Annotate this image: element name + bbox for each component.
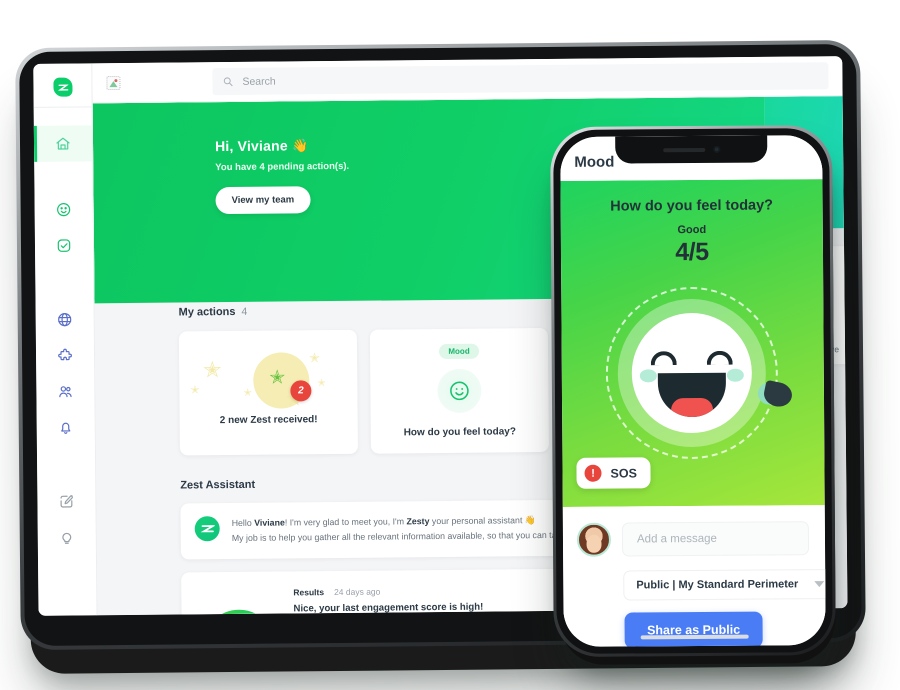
sos-button[interactable]: ! SOS: [576, 457, 652, 489]
blush-left: [639, 369, 657, 383]
sos-label: SOS: [610, 465, 637, 481]
sidebar-item-network[interactable]: [36, 301, 94, 338]
assistant-greeting-line2: My job is to help you gather all the rel…: [231, 529, 566, 543]
wave-emoji-icon: 👋: [291, 138, 309, 154]
search-input[interactable]: Search: [212, 62, 829, 96]
mood-dial[interactable]: [597, 282, 795, 463]
zest-logo-icon: [52, 77, 73, 97]
mood-question: How do you feel today?: [610, 197, 774, 215]
assistant-greeting-mid: ! I'm very glad to meet you, I'm: [284, 516, 407, 528]
message-placeholder: Add a message: [636, 532, 717, 546]
screenshot-stage: Search Hi, Viviane 👋 You have 4 pending …: [0, 0, 900, 690]
top-bar: Search: [92, 56, 843, 104]
zest-decoration: ✭ ✭ ✭ ✭ ✭ ✭ ✭ 2: [179, 330, 358, 456]
sidebar-item-home[interactable]: [33, 125, 93, 162]
star-icon: ✭: [317, 378, 326, 390]
tongue: [670, 397, 714, 418]
mood-card-caption: How do you feel today?: [403, 426, 516, 439]
mood-label: Good: [677, 223, 707, 237]
sidebar-item-mood[interactable]: [34, 191, 92, 228]
results-tag: Results: [293, 587, 325, 598]
zesty-avatar-icon: [194, 516, 220, 542]
star-icon: ✭: [203, 357, 222, 383]
assistant-bot-name: Zesty: [406, 516, 430, 527]
sidebar-item-integrations[interactable]: [36, 337, 94, 374]
phone-page-title: Mood: [574, 153, 615, 171]
my-actions-label: My actions: [178, 305, 236, 319]
earpiece-speaker: [662, 147, 705, 152]
phone-screen: Mood How do you feel today? Good 4/5 ! S…: [560, 135, 826, 647]
share-as-public-button[interactable]: Share as Public: [624, 611, 763, 647]
mouth: [657, 372, 727, 418]
chevron-down-icon: [814, 581, 825, 588]
green-star-icon: ✭: [269, 367, 286, 389]
phone-notch: [615, 135, 768, 164]
assistant-user-name: Viviane: [254, 517, 285, 528]
sidebar-item-ideas[interactable]: [38, 519, 96, 556]
zest-card-caption: 2 new Zest received!: [219, 413, 318, 426]
blush-right: [726, 368, 744, 382]
sidebar: [33, 63, 98, 616]
action-card-zest[interactable]: ✭ ✭ ✭ ✭ ✭ ✭ ✭ 2 2 new Z: [178, 329, 359, 456]
perimeter-value: Public | My Standard Perimeter: [636, 578, 799, 592]
results-date: 24 days ago: [333, 586, 381, 597]
phone-frame: Mood How do you feel today? Good 4/5 ! S…: [550, 125, 836, 658]
front-camera-icon: [712, 145, 720, 153]
perimeter-select[interactable]: Public | My Standard Perimeter: [623, 569, 826, 601]
sidebar-icon-list: [33, 107, 96, 556]
engagement-gauge: 8.7/10 Great: [191, 587, 288, 616]
results-card: 8.7/10 Great Results 24 days ago: [181, 568, 583, 616]
zest-count-badge: 2: [290, 380, 312, 402]
assistant-greeting-prefix: Hello: [231, 517, 255, 529]
sidebar-item-team[interactable]: [36, 373, 94, 410]
results-body: Results 24 days ago Nice, your last enga…: [293, 585, 568, 616]
eye-right: [706, 350, 733, 365]
action-card-mood[interactable]: Mood How do you feel today?: [369, 327, 549, 454]
phone-bezel: Mood How do you feel today? Good 4/5 ! S…: [553, 128, 833, 654]
sidebar-item-compose[interactable]: [37, 483, 95, 520]
phone-footer: Add a message Public | My Standard Perim…: [562, 505, 826, 647]
mood-score: 4/5: [675, 237, 709, 267]
phone-device: Mood How do you feel today? Good 4/5 ! S…: [550, 125, 844, 672]
broken-image-icon: [106, 75, 121, 90]
results-headline: Nice, your last engagement score is high…: [293, 601, 484, 615]
star-icon: ✭: [309, 350, 321, 366]
sidebar-item-tasks[interactable]: [35, 227, 93, 264]
message-input[interactable]: Add a message: [621, 521, 810, 557]
sos-alert-badge: !: [584, 464, 602, 482]
message-row: Add a message: [576, 521, 810, 557]
avatar: [576, 522, 612, 557]
app-logo[interactable]: [33, 67, 93, 108]
my-actions-count: 4: [241, 305, 248, 318]
home-indicator[interactable]: [640, 634, 749, 640]
search-icon: [223, 77, 233, 87]
star-icon: ✭: [243, 387, 252, 399]
greeting-text: Hi, Viviane: [214, 137, 288, 155]
eye-left: [650, 351, 677, 366]
assistant-greeting-suffix: your personal assistant 👋: [429, 515, 536, 527]
star-icon: ✭: [190, 384, 200, 397]
search-placeholder: Search: [242, 75, 276, 88]
mood-smiley-icon: [437, 368, 482, 414]
sidebar-item-notifications[interactable]: [37, 409, 95, 446]
mood-tag-badge: Mood: [439, 343, 479, 360]
view-my-team-button[interactable]: View my team: [215, 186, 311, 215]
assistant-message-card: Hello Viviane! I'm very glad to meet you…: [180, 499, 581, 560]
laughing-face-icon: [631, 312, 753, 434]
assistant-message-text: Hello Viviane! I'm very glad to meet you…: [232, 513, 566, 546]
